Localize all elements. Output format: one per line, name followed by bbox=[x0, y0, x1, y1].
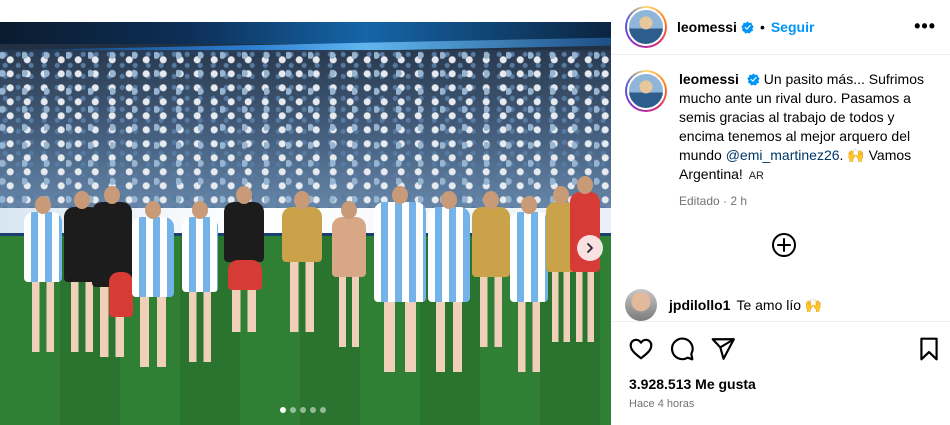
bookmark-icon[interactable] bbox=[916, 336, 942, 362]
likes-count[interactable]: 3.928.513 Me gusta bbox=[629, 376, 756, 392]
caption-username[interactable]: leomessi bbox=[679, 71, 739, 87]
comment-bubble-icon[interactable] bbox=[669, 336, 695, 362]
heart-icon[interactable] bbox=[628, 336, 654, 362]
language-tag: AR bbox=[748, 170, 764, 182]
player bbox=[472, 191, 510, 347]
edited-timestamp: Editado · 2 h bbox=[679, 194, 748, 208]
carousel-dot bbox=[320, 407, 326, 413]
players-group bbox=[14, 172, 604, 387]
player bbox=[282, 191, 322, 332]
player bbox=[510, 196, 548, 372]
chevron-right-icon bbox=[587, 243, 593, 253]
carousel-dot bbox=[310, 407, 316, 413]
follow-button[interactable]: Seguir bbox=[771, 19, 815, 35]
post-side-panel: leomessi • Seguir ••• leomessi Un pasito… bbox=[611, 0, 950, 425]
commenter-avatar[interactable] bbox=[625, 289, 657, 321]
player bbox=[228, 260, 262, 290]
commenter-username[interactable]: jpdilollo1 bbox=[669, 297, 730, 313]
separator-dot: • bbox=[759, 19, 765, 35]
paper-plane-icon[interactable] bbox=[710, 336, 736, 362]
author-avatar[interactable] bbox=[625, 70, 667, 112]
player bbox=[132, 201, 174, 367]
carousel-dot bbox=[300, 407, 306, 413]
player bbox=[332, 201, 366, 347]
verified-badge-icon bbox=[747, 73, 760, 86]
verified-badge-icon bbox=[741, 20, 754, 34]
caption: leomessi Un pasito más... Sufrimos mucho… bbox=[625, 70, 935, 211]
post-timestamp[interactable]: Hace 4 horas bbox=[629, 398, 694, 410]
post-header: leomessi • Seguir ••• bbox=[611, 0, 950, 55]
player bbox=[109, 272, 133, 317]
caption-mention-link[interactable]: @emi_martinez26 bbox=[726, 147, 840, 163]
player bbox=[224, 186, 264, 332]
carousel-dot bbox=[280, 407, 286, 413]
comment-text: Te amo lío 🙌 bbox=[736, 296, 823, 313]
more-options-icon[interactable]: ••• bbox=[914, 16, 936, 37]
author-username[interactable]: leomessi bbox=[677, 19, 737, 35]
carousel-indicator bbox=[280, 407, 326, 413]
player bbox=[24, 196, 62, 352]
author-avatar[interactable] bbox=[625, 6, 667, 48]
add-circle-icon[interactable] bbox=[771, 232, 797, 258]
action-bar bbox=[611, 321, 950, 373]
caption-text: leomessi Un pasito más... Sufrimos mucho… bbox=[679, 70, 935, 186]
carousel-next-button[interactable] bbox=[577, 235, 603, 261]
post-photo[interactable] bbox=[0, 22, 611, 425]
carousel-dot bbox=[290, 407, 296, 413]
player bbox=[182, 201, 218, 362]
player bbox=[374, 186, 426, 372]
comment-item: jpdilollo1 Te amo lío 🙌 bbox=[625, 288, 935, 322]
player bbox=[428, 191, 470, 372]
